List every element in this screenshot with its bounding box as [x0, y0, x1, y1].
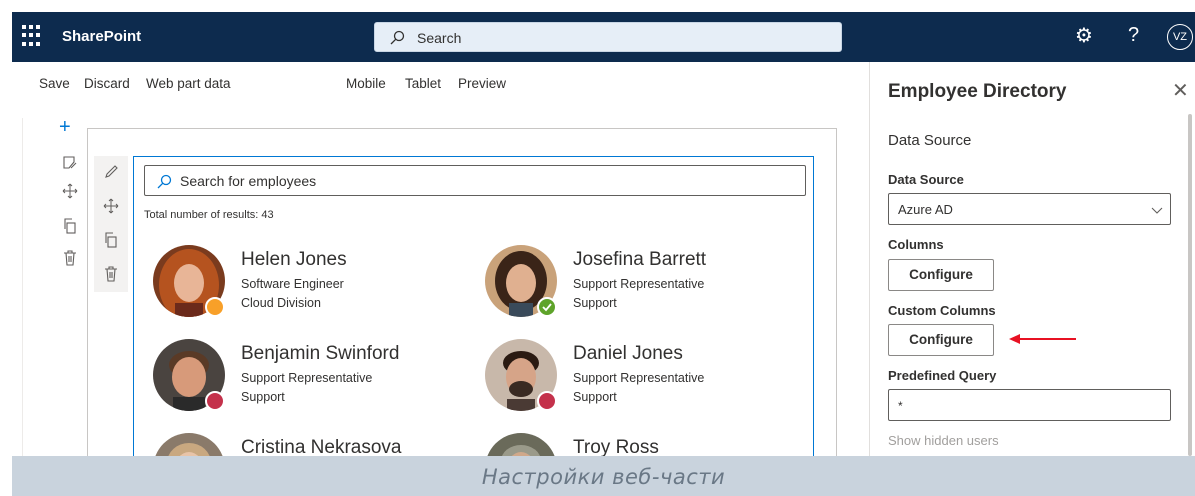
image-caption: Настройки веб-части — [481, 465, 726, 489]
global-search-input[interactable]: Search — [374, 22, 842, 52]
person-title: Support Representative — [241, 371, 373, 385]
duplicate-section-icon[interactable] — [62, 218, 78, 234]
predefined-query-label: Predefined Query — [888, 368, 997, 383]
data-source-dropdown[interactable]: Azure AD — [888, 193, 1171, 225]
presence-busy-icon — [205, 391, 225, 411]
configure-custom-columns-button[interactable]: Configure — [888, 324, 994, 356]
person-name[interactable]: Benjamin Swinford — [241, 343, 399, 365]
person-department: Cloud Division — [241, 296, 321, 310]
person-card[interactable]: Josefina Barrett Support Representative … — [485, 245, 805, 325]
property-pane: Employee Directory ✕ Data Source Data So… — [869, 62, 1195, 456]
delete-web-part-icon[interactable] — [103, 266, 119, 282]
person-name[interactable]: Helen Jones — [241, 249, 347, 271]
search-placeholder: Search — [417, 30, 462, 46]
configure-columns-button[interactable]: Configure — [888, 259, 994, 291]
discard-button[interactable]: Discard — [84, 76, 130, 91]
person-department: Support — [241, 390, 285, 404]
mobile-preview-button[interactable]: Mobile — [346, 76, 386, 91]
person-card[interactable]: Benjamin Swinford Support Representative… — [153, 339, 473, 419]
person-name[interactable]: Daniel Jones — [573, 343, 683, 365]
pane-group-header: Data Source — [888, 132, 972, 149]
app-launcher-icon[interactable] — [22, 25, 42, 47]
data-source-value: Azure AD — [898, 202, 953, 217]
presence-busy-icon — [537, 391, 557, 411]
columns-label: Columns — [888, 237, 944, 252]
person-name[interactable]: Cristina Nekrasova — [241, 437, 402, 458]
close-icon[interactable]: ✕ — [1172, 81, 1189, 101]
edit-web-part-icon[interactable] — [103, 164, 119, 180]
person-photo — [153, 433, 225, 458]
duplicate-web-part-icon[interactable] — [103, 232, 119, 248]
annotation-arrow-icon — [1009, 334, 1076, 344]
move-web-part-icon[interactable] — [103, 198, 119, 214]
save-button[interactable]: Save — [39, 76, 70, 91]
person-card[interactable]: Helen Jones Software Engineer Cloud Divi… — [153, 245, 473, 325]
person-card[interactable]: Daniel Jones Support Representative Supp… — [485, 339, 805, 419]
pane-scrollbar[interactable] — [1188, 114, 1192, 456]
person-name[interactable]: Josefina Barrett — [573, 249, 706, 271]
employee-directory-web-part[interactable]: Search for employees Total number of res… — [133, 156, 814, 458]
results-count: Total number of results: 43 — [144, 209, 274, 221]
app-name[interactable]: SharePoint — [62, 28, 141, 45]
person-card[interactable]: Troy Ross — [485, 433, 805, 458]
person-name[interactable]: Troy Ross — [573, 437, 659, 458]
gear-icon[interactable]: ⚙ — [1075, 26, 1093, 46]
tablet-preview-button[interactable]: Tablet — [405, 76, 441, 91]
predefined-query-input[interactable]: * — [888, 389, 1171, 421]
show-hidden-users-label[interactable]: Show hidden users — [888, 433, 999, 448]
help-icon[interactable]: ? — [1128, 25, 1139, 45]
person-title: Software Engineer — [241, 277, 344, 291]
employee-search-input[interactable]: Search for employees — [144, 165, 806, 196]
web-part-data-button[interactable]: Web part data — [146, 76, 231, 91]
person-department: Support — [573, 296, 617, 310]
chevron-down-icon — [1151, 207, 1163, 214]
person-photo — [485, 433, 557, 458]
person-title: Support Representative — [573, 371, 705, 385]
person-card[interactable]: Cristina Nekrasova — [153, 433, 473, 458]
caption-bar: Настройки веб-части — [12, 456, 1195, 496]
web-part-toolbar — [94, 156, 128, 292]
presence-away-icon — [205, 297, 225, 317]
add-section-icon[interactable]: + — [59, 117, 71, 137]
user-avatar[interactable]: VZ — [1167, 24, 1193, 50]
employee-search-placeholder: Search for employees — [180, 173, 317, 189]
custom-columns-label: Custom Columns — [888, 303, 996, 318]
delete-section-icon[interactable] — [62, 250, 78, 266]
presence-available-icon — [537, 297, 557, 317]
suite-bar: SharePoint Search ⚙ ? VZ — [12, 12, 1195, 62]
preview-button[interactable]: Preview — [458, 76, 506, 91]
pane-title: Employee Directory — [888, 81, 1067, 102]
data-source-label: Data Source — [888, 172, 964, 187]
person-department: Support — [573, 390, 617, 404]
move-section-icon[interactable] — [62, 183, 78, 199]
edit-section-icon[interactable] — [62, 155, 78, 171]
search-icon — [157, 174, 172, 189]
predefined-query-value: * — [898, 399, 903, 413]
search-icon — [390, 30, 405, 45]
person-title: Support Representative — [573, 277, 705, 291]
edit-command-bar: Save Discard Web part data Mobile Tablet… — [12, 62, 858, 106]
